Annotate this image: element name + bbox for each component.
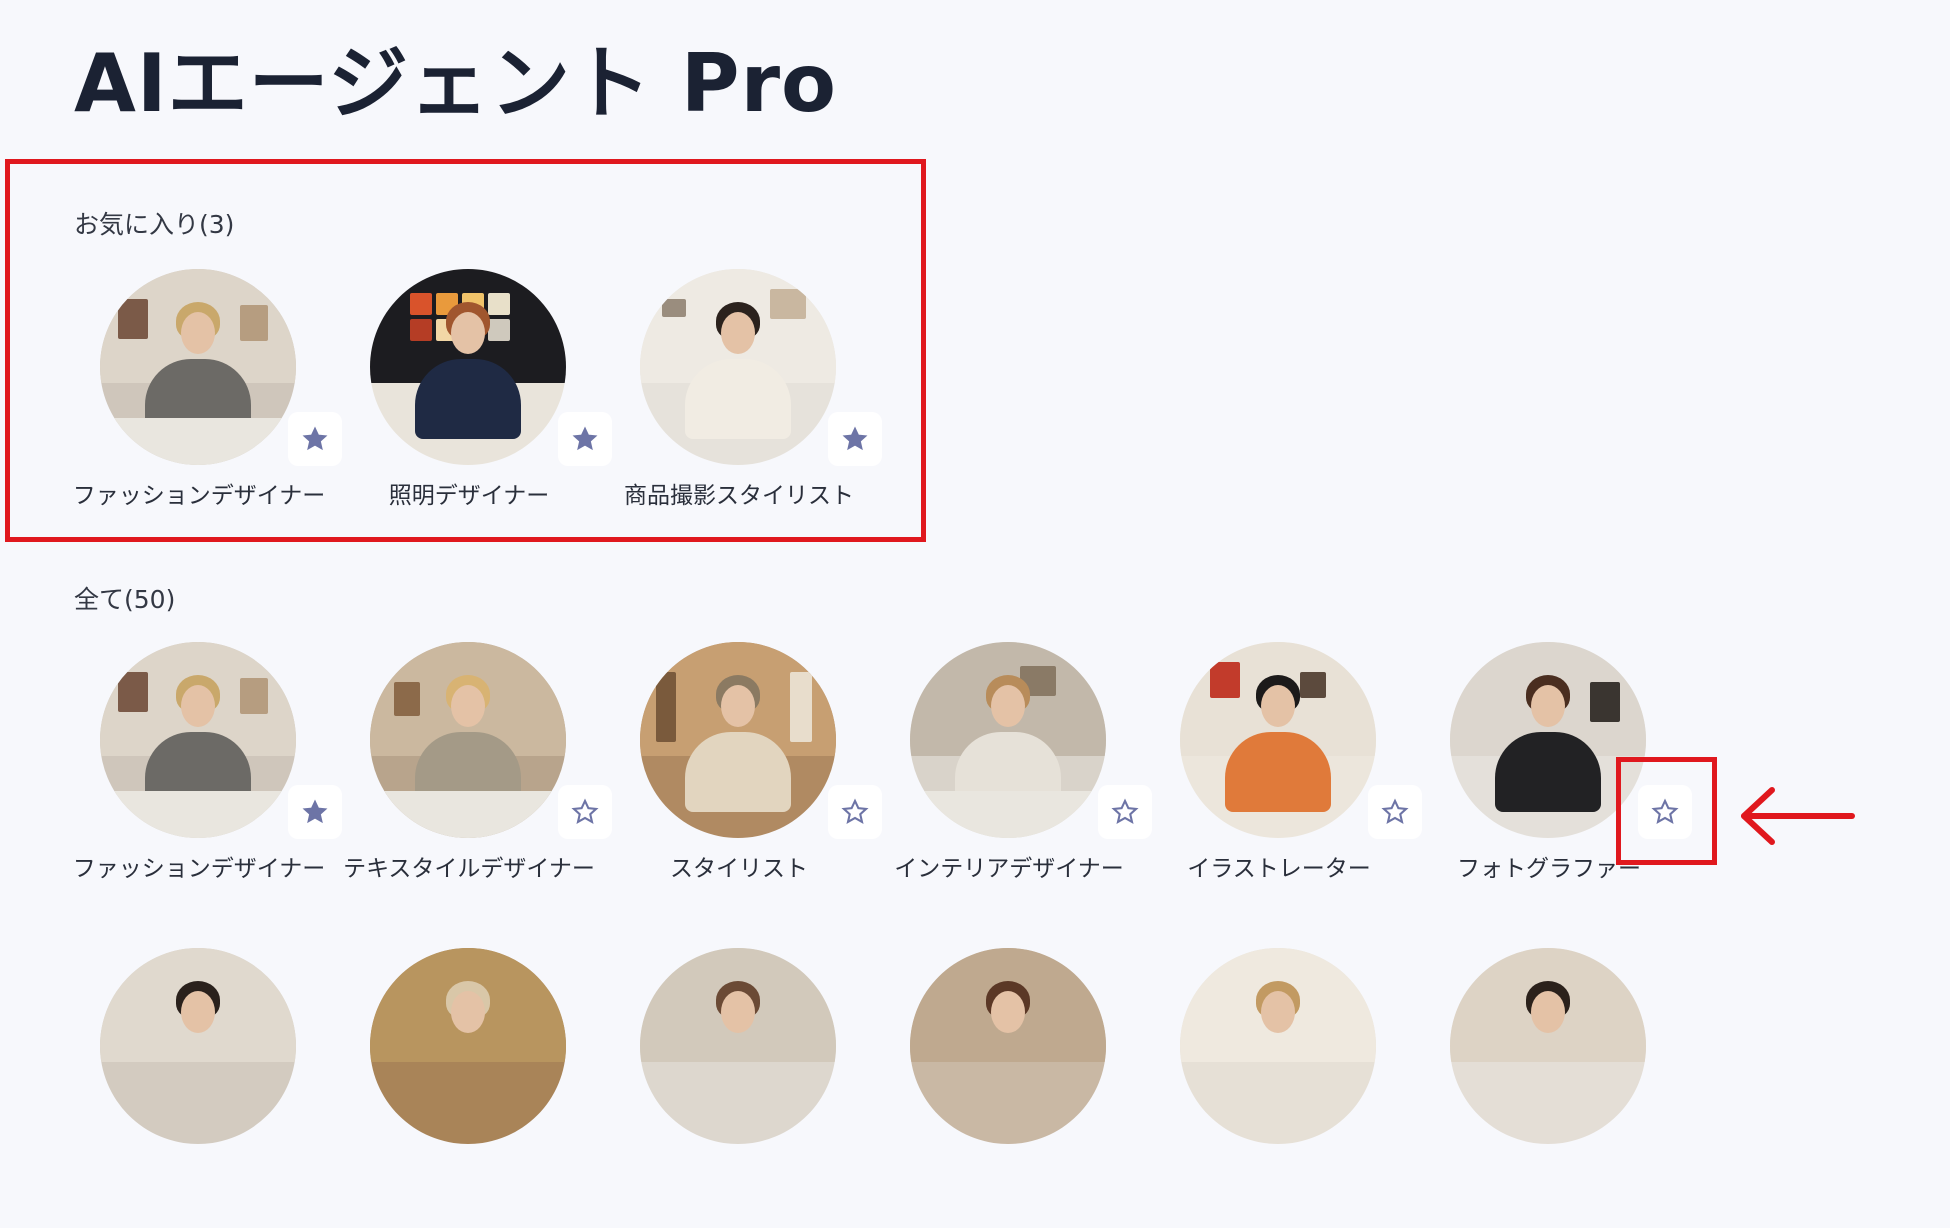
favorites-highlight-box	[5, 159, 926, 542]
all-agents-grid-row-3	[74, 948, 1774, 1228]
agent-avatar[interactable]	[910, 642, 1106, 838]
agent-card[interactable]	[344, 948, 614, 1228]
agent-avatar[interactable]	[1180, 642, 1376, 838]
agent-avatar[interactable]	[640, 948, 836, 1144]
agent-card[interactable]: スタイリスト	[614, 642, 884, 922]
agent-card[interactable]	[1154, 948, 1424, 1228]
star-outline-icon	[1111, 798, 1139, 825]
favorite-toggle-button[interactable]	[558, 785, 612, 839]
agent-avatar[interactable]	[370, 948, 566, 1144]
star-outline-icon	[841, 798, 869, 825]
agent-card[interactable]: ファッションデザイナー	[73, 642, 344, 922]
favorite-toggle-button[interactable]	[1098, 785, 1152, 839]
agent-card[interactable]	[1424, 948, 1694, 1228]
star-button-highlight-box	[1616, 757, 1717, 865]
agent-card[interactable]: イラストレーター	[1154, 642, 1424, 922]
agent-card[interactable]	[74, 948, 344, 1228]
all-agents-grid: ファッションデザイナー テキスタイルデザイナー スタイリスト インテリアデザイナ…	[73, 642, 1774, 922]
agent-card[interactable]	[884, 948, 1154, 1228]
agent-name: ファッションデザイナー	[72, 856, 326, 882]
agent-name: イラストレーター	[1187, 856, 1371, 882]
favorite-toggle-button[interactable]	[1368, 785, 1422, 839]
agent-name: インテリアデザイナー	[894, 856, 1124, 882]
agent-card[interactable]	[614, 948, 884, 1228]
all-section-label: 全て(50)	[74, 585, 176, 614]
agent-avatar[interactable]	[640, 642, 836, 838]
agent-card[interactable]: インテリアデザイナー	[884, 642, 1154, 922]
agent-avatar[interactable]	[1180, 948, 1376, 1144]
agent-avatar[interactable]	[1450, 948, 1646, 1144]
agent-avatar[interactable]	[370, 642, 566, 838]
agent-card[interactable]: テキスタイルデザイナー	[343, 642, 614, 922]
star-outline-icon	[571, 798, 599, 825]
favorite-toggle-button[interactable]	[828, 785, 882, 839]
agent-avatar[interactable]	[100, 642, 296, 838]
star-outline-icon	[1381, 798, 1409, 825]
page-title: AIエージェント Pro	[74, 37, 837, 130]
agent-avatar[interactable]	[100, 948, 296, 1144]
star-filled-icon	[302, 799, 328, 824]
agent-name: テキスタイルデザイナー	[343, 856, 595, 882]
agent-avatar[interactable]	[910, 948, 1106, 1144]
agent-name: スタイリスト	[670, 856, 808, 882]
favorite-toggle-button[interactable]	[288, 785, 342, 839]
arrow-left-icon	[1741, 787, 1855, 845]
